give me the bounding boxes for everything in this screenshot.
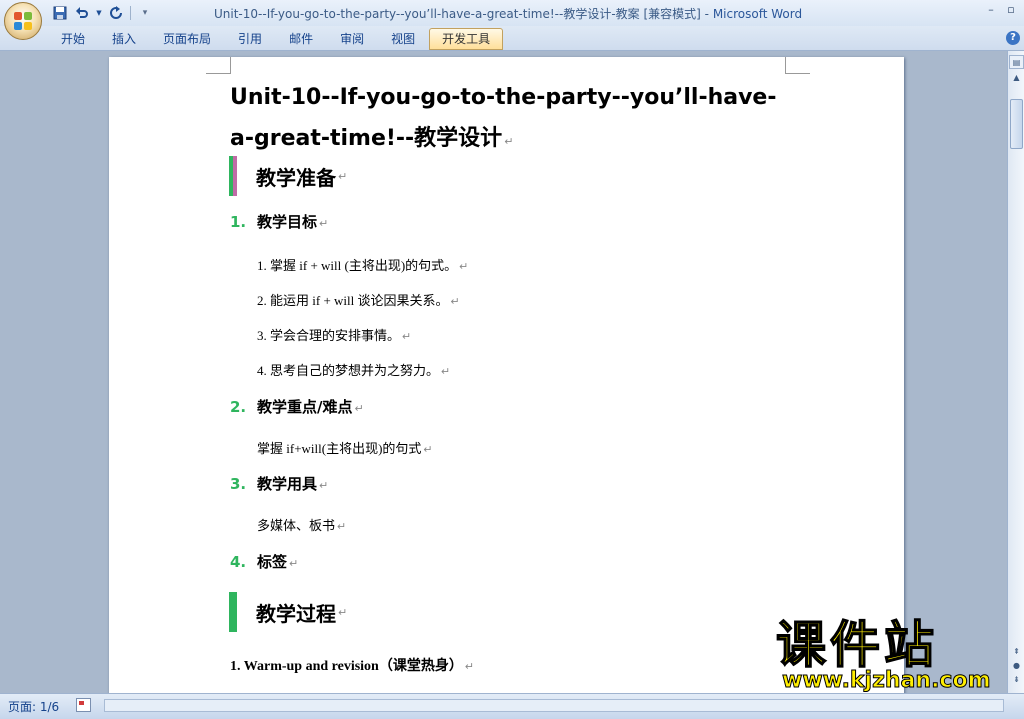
- horizontal-scrollbar[interactable]: [104, 699, 1004, 712]
- goal-line-4: 4. 思考自己的梦想并为之努力。 ↵: [257, 363, 451, 378]
- window-controls: – ▫: [984, 3, 1018, 17]
- margin-crop-mark-left: [206, 57, 231, 74]
- goal-line-1: 1. 掌握 if + will (主将出现)的句式。 ↵: [257, 258, 469, 273]
- item-tags: 4. 标签 ↵: [230, 553, 299, 571]
- tab-page-layout[interactable]: 页面布局: [150, 28, 224, 50]
- document-page[interactable]: Unit-10--If-you-go-to-the-party--you’ll-…: [109, 57, 904, 693]
- key-points-line: 掌握 if+will(主将出现)的句式 ↵: [257, 441, 433, 456]
- quick-access-toolbar: ▼ ▾: [52, 4, 153, 22]
- item-teaching-goal: 1. 教学目标 ↵: [230, 213, 329, 231]
- undo-icon[interactable]: [74, 5, 90, 21]
- view-ruler-icon[interactable]: ▤: [1009, 55, 1024, 69]
- heading-teaching-prep: 教学准备 ↵: [229, 156, 347, 196]
- tab-view[interactable]: 视图: [378, 28, 428, 50]
- heading-accent-bar: [229, 156, 237, 196]
- window-title: Unit-10--If-you-go-to-the-party--you’ll-…: [214, 7, 803, 21]
- undo-dropdown-icon[interactable]: ▼: [96, 5, 102, 21]
- title-bar: ▼ ▾ Unit-10--If-you-go-to-the-party--you…: [0, 0, 1024, 26]
- tab-review[interactable]: 审阅: [327, 28, 377, 50]
- help-icon[interactable]: ?: [1006, 31, 1020, 45]
- next-page-icon[interactable]: ⇟: [1009, 673, 1024, 687]
- item-key-points: 2. 教学重点/难点 ↵: [230, 398, 364, 416]
- ribbon-tabs: 开始 插入 页面布局 引用 邮件 审阅 视图 开发工具: [48, 28, 504, 50]
- ribbon-tab-bar: 开始 插入 页面布局 引用 邮件 审阅 视图 开发工具 ?: [0, 26, 1024, 51]
- scroll-up-icon[interactable]: ▲: [1009, 71, 1024, 85]
- office-logo-icon: [14, 12, 32, 30]
- select-browse-object-icon[interactable]: ●: [1009, 659, 1024, 673]
- app-name: Microsoft Word: [712, 7, 803, 21]
- watermark-url: www.kjzhan.com: [782, 668, 992, 694]
- heading-accent-bar: [229, 592, 237, 632]
- save-icon[interactable]: [52, 5, 68, 21]
- margin-crop-mark-right: [785, 57, 810, 74]
- document-title: Unit-10--If-you-go-to-the-party--you’ll-…: [230, 85, 777, 151]
- minimize-icon[interactable]: –: [984, 3, 998, 17]
- heading-teaching-process: 教学过程 ↵: [229, 592, 347, 632]
- vertical-scrollbar[interactable]: ▤ ▲ ⇞ ● ⇟: [1007, 51, 1024, 693]
- watermark-chinese: 课件站: [775, 615, 938, 675]
- office-button[interactable]: [4, 2, 42, 40]
- customize-qat-icon[interactable]: ▾: [137, 5, 153, 21]
- item-teaching-tools: 3. 教学用具 ↵: [230, 475, 329, 493]
- language-icon[interactable]: [76, 698, 91, 712]
- document-name: Unit-10--If-you-go-to-the-party--you’ll-…: [214, 7, 701, 21]
- goal-line-2: 2. 能运用 if + will 谈论因果关系。 ↵: [257, 293, 460, 308]
- paragraph-mark: ↵: [504, 135, 514, 148]
- tools-line: 多媒体、板书 ↵: [257, 518, 347, 533]
- restore-icon[interactable]: ▫: [1004, 3, 1018, 17]
- watermark-logo: 课件站 www.kjzhan.com: [770, 615, 1010, 694]
- tab-insert[interactable]: 插入: [99, 28, 149, 50]
- tab-home[interactable]: 开始: [48, 28, 98, 50]
- goal-line-3: 3. 学会合理的安排事情。 ↵: [257, 328, 412, 343]
- qat-separator: [130, 6, 131, 20]
- page-indicator[interactable]: 页面: 1/6: [8, 698, 59, 715]
- tab-developer[interactable]: 开发工具: [429, 28, 504, 50]
- tab-references[interactable]: 引用: [225, 28, 275, 50]
- document-workspace: Unit-10--If-you-go-to-the-party--you’ll-…: [0, 51, 1007, 693]
- previous-page-icon[interactable]: ⇞: [1009, 645, 1024, 659]
- scroll-thumb[interactable]: [1010, 99, 1023, 149]
- process-step-1: 1. Warm-up and revision（课堂热身） ↵: [230, 659, 475, 674]
- redo-icon[interactable]: [108, 5, 124, 21]
- status-bar: 页面: 1/6: [0, 693, 1024, 719]
- tab-mailings[interactable]: 邮件: [276, 28, 326, 50]
